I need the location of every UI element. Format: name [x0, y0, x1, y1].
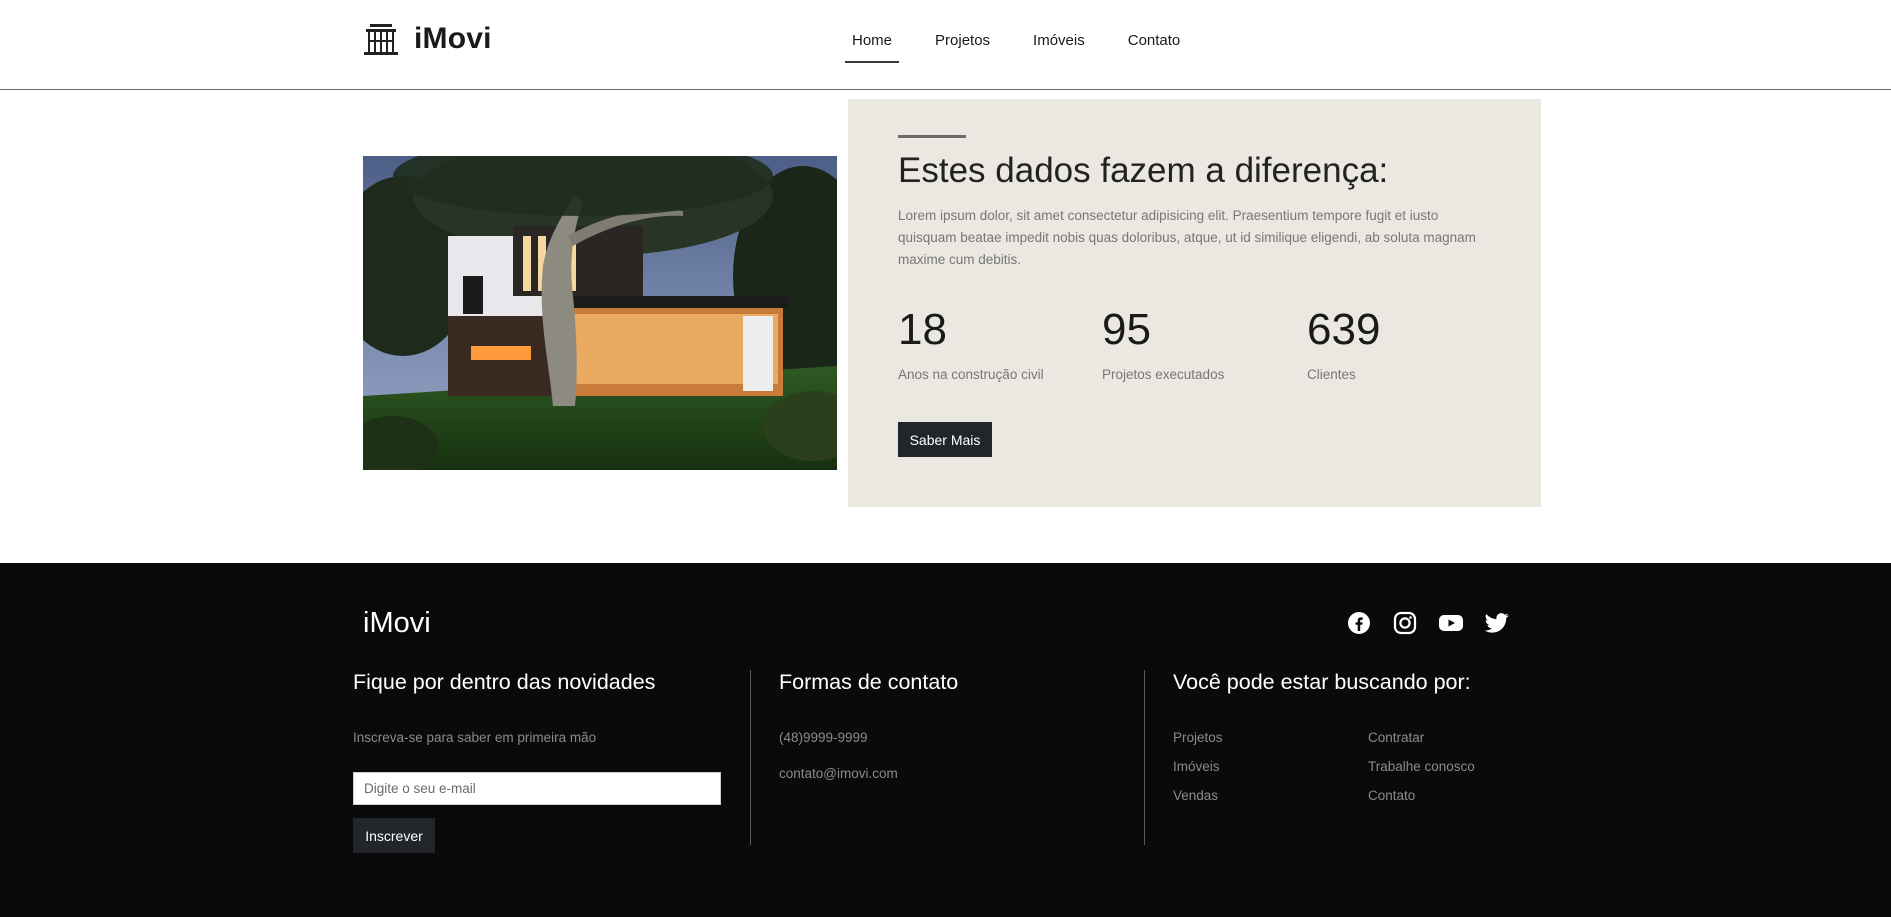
footer-divider	[1144, 670, 1145, 845]
contact-title: Formas de contato	[779, 670, 959, 694]
card-description: Lorem ipsum dolor, sit amet consectetur …	[898, 208, 1476, 267]
stat-value: 18	[898, 305, 947, 354]
newsletter-section: Fique por dentro das novidades Inscreva-…	[353, 670, 733, 853]
subscribe-button[interactable]: Inscrever	[353, 818, 435, 853]
footer-link-imoveis[interactable]: Imóveis	[1173, 759, 1220, 774]
contact-section: Formas de contato (48)9999-9999 contato@…	[779, 670, 1129, 845]
card-title: Estes dados fazem a diferença:	[898, 151, 1389, 190]
nav-item-contato[interactable]: Contato	[1121, 22, 1188, 63]
stat-value: 95	[1102, 305, 1151, 354]
footer-link-trabalhe-conosco[interactable]: Trabalhe conosco	[1368, 759, 1475, 774]
site-header: iMovi Home Projetos Imóveis Contato	[0, 0, 1891, 90]
footer-link-contratar[interactable]: Contratar	[1368, 730, 1424, 745]
contact-email[interactable]: contato@imovi.com	[779, 766, 898, 781]
building-icon	[362, 22, 400, 56]
saber-mais-button[interactable]: Saber Mais	[898, 422, 992, 457]
modern-house-photo	[363, 156, 837, 470]
nav-item-home[interactable]: Home	[845, 22, 900, 63]
main-nav: Home Projetos Imóveis Contato	[845, 22, 1216, 63]
links-title: Você pode estar buscando por:	[1173, 670, 1471, 694]
stat-years: 18 Anos na construção civil	[898, 305, 1044, 382]
facebook-icon[interactable]	[1346, 610, 1372, 636]
instagram-icon[interactable]	[1392, 610, 1418, 636]
footer-link-vendas[interactable]: Vendas	[1173, 788, 1218, 803]
stat-projects: 95 Projetos executados	[1102, 305, 1224, 382]
logo-link[interactable]: iMovi	[362, 22, 492, 56]
nav-item-imoveis[interactable]: Imóveis	[1026, 22, 1092, 63]
accent-line	[898, 135, 966, 138]
footer-logo[interactable]: iMovi	[363, 607, 431, 640]
stat-label: Anos na construção civil	[898, 367, 1044, 382]
twitter-icon[interactable]	[1484, 610, 1510, 636]
email-input[interactable]	[353, 772, 721, 805]
footer-link-projetos[interactable]: Projetos	[1173, 730, 1223, 745]
links-section: Você pode estar buscando por: Projetos I…	[1173, 670, 1573, 845]
stats-card: Estes dados fazem a diferença: Lorem ips…	[848, 99, 1541, 507]
stat-label: Clientes	[1307, 367, 1356, 382]
stat-clients: 639 Clientes	[1307, 305, 1380, 382]
stat-label: Projetos executados	[1102, 367, 1225, 382]
nav-item-projetos[interactable]: Projetos	[928, 22, 997, 63]
youtube-icon[interactable]	[1438, 610, 1464, 636]
logo-text: iMovi	[414, 22, 492, 55]
stat-value: 639	[1307, 305, 1381, 354]
newsletter-title: Fique por dentro das novidades	[353, 670, 656, 694]
contact-phone[interactable]: (48)9999-9999	[779, 730, 868, 745]
site-footer: iMovi Fique por dentro das novidades Ins…	[0, 563, 1891, 917]
footer-link-contato[interactable]: Contato	[1368, 788, 1415, 803]
social-links	[1346, 610, 1530, 636]
footer-divider	[750, 670, 751, 845]
newsletter-text: Inscreva-se para saber em primeira mão	[353, 730, 597, 745]
